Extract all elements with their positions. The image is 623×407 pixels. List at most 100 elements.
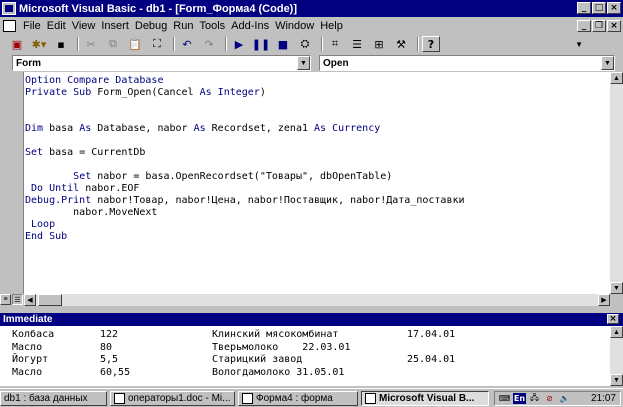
- find-icon[interactable]: ⛶: [148, 36, 166, 52]
- antivirus-icon[interactable]: ⊘: [543, 393, 556, 404]
- object-combo[interactable]: Form ▼: [12, 55, 311, 71]
- access-icon[interactable]: ▣: [8, 36, 26, 52]
- task-label: Microsoft Visual B...: [379, 393, 475, 404]
- chevron-down-icon[interactable]: ▼: [297, 56, 310, 70]
- menu-window[interactable]: Window: [272, 20, 317, 32]
- project-explorer-icon[interactable]: ⌗: [326, 36, 344, 52]
- menu-help[interactable]: Help: [317, 20, 346, 32]
- immediate-vertical-scrollbar[interactable]: ▲ ▼: [610, 326, 623, 386]
- paste-icon[interactable]: 📋: [126, 36, 144, 52]
- menu-run[interactable]: Run: [170, 20, 196, 32]
- task-word-doc[interactable]: операторы1.doc - Mi...: [110, 391, 235, 406]
- form-icon: [242, 393, 253, 404]
- immediate-cell: 122: [100, 329, 119, 340]
- scroll-down-icon[interactable]: ▼: [610, 374, 623, 386]
- doc-close-button[interactable]: ×: [607, 20, 621, 32]
- toolbox-icon[interactable]: ⚒: [392, 36, 410, 52]
- code-line: Set basa = CurrentDb: [25, 147, 610, 159]
- scroll-up-icon[interactable]: ▲: [610, 72, 623, 84]
- procedure-view-icon[interactable]: ≡: [0, 294, 11, 305]
- save-icon[interactable]: ▪: [52, 36, 70, 52]
- undo-icon[interactable]: ↶: [178, 36, 196, 52]
- standard-toolbar: ▣ ✱▾ ▪ ✂ ⧉ 📋 ⛶ ↶ ↷ ▶ ❚❚ ■ ⛭ ⌗ ☰ ⊞ ⚒ ? ▼: [0, 35, 623, 53]
- immediate-window[interactable]: Колбаса 122 Клинский мясокомбинат 17.04.01 М…: [0, 326, 623, 386]
- properties-icon[interactable]: ☰: [348, 36, 366, 52]
- close-button[interactable]: ×: [607, 2, 621, 14]
- network-icon[interactable]: 🖧: [528, 393, 541, 404]
- insert-module-icon[interactable]: ✱▾: [30, 36, 48, 52]
- language-indicator[interactable]: En: [513, 393, 526, 404]
- toolbar-overflow-icon[interactable]: ▼: [575, 40, 583, 49]
- chevron-down-icon[interactable]: ▼: [601, 56, 614, 70]
- run-icon[interactable]: ▶: [230, 36, 248, 52]
- code-line: Do Until nabor.EOF: [25, 183, 610, 195]
- doc-restore-button[interactable]: ❐: [592, 20, 606, 32]
- scroll-right-icon[interactable]: ▶: [598, 294, 610, 306]
- scroll-thumb[interactable]: [38, 294, 62, 306]
- menu-view[interactable]: View: [69, 20, 99, 32]
- immediate-cell: 80: [100, 341, 113, 353]
- code-text: nabor.MoveNext: [25, 207, 158, 218]
- margin-indicator-bar[interactable]: [10, 72, 24, 294]
- full-module-view-icon[interactable]: ☰: [12, 294, 23, 305]
- code-horizontal-scrollbar[interactable]: ◀ ▶: [24, 294, 610, 306]
- immediate-cell: Старицкий завод: [212, 354, 303, 365]
- code-keyword: Set: [73, 171, 98, 182]
- menu-add-ins[interactable]: Add-Ins: [228, 20, 272, 32]
- menu-file[interactable]: File: [20, 20, 44, 32]
- code-vertical-scrollbar[interactable]: ▲ ▼: [610, 72, 623, 294]
- clock: 21:07: [590, 393, 616, 404]
- keyboard-icon[interactable]: ⌨: [498, 393, 511, 404]
- object-browser-icon[interactable]: ⊞: [370, 36, 388, 52]
- doc-minimize-button[interactable]: _: [577, 20, 591, 32]
- maximize-button[interactable]: □: [592, 2, 606, 14]
- procedure-combo[interactable]: Open ▼: [319, 55, 615, 71]
- immediate-titlebar: Immediate ×: [0, 313, 623, 326]
- design-mode-icon[interactable]: ⛭: [296, 36, 314, 52]
- immediate-cell: Колбаса: [12, 329, 55, 340]
- code-line: Dim basa As Database, nabor As Recordset…: [25, 123, 610, 135]
- break-icon[interactable]: ❚❚: [252, 36, 270, 52]
- task-label: операторы1.doc - Mi...: [128, 393, 231, 404]
- immediate-cell: Клинский мясокомбинат: [212, 329, 339, 340]
- scroll-up-icon[interactable]: ▲: [610, 326, 623, 338]
- copy-icon[interactable]: ⧉: [104, 36, 122, 52]
- cut-icon[interactable]: ✂: [82, 36, 100, 52]
- help-icon[interactable]: ?: [422, 36, 440, 52]
- code-line: Private Sub Form_Open(Cancel As Integer): [25, 87, 610, 99]
- code-window: Option Compare Database Private Sub Form_…: [0, 72, 623, 306]
- code-text: ): [259, 87, 266, 98]
- immediate-cell: Йогурт: [12, 354, 49, 365]
- immediate-cell: 5,5: [100, 354, 119, 365]
- task-visual-basic[interactable]: Microsoft Visual B...: [361, 391, 489, 406]
- immediate-close-button[interactable]: ×: [607, 314, 619, 324]
- immediate-cell: 17.04.01: [407, 329, 456, 340]
- task-db1[interactable]: db1 : база данных: [0, 391, 107, 406]
- code-keyword: Private Sub: [25, 87, 98, 98]
- immediate-cell: Масло: [12, 366, 43, 378]
- code-editor[interactable]: Option Compare Database Private Sub Form_…: [25, 72, 610, 294]
- code-line: Loop: [25, 219, 610, 231]
- code-line: Set nabor = basa.OpenRecordset("Товары",…: [25, 171, 610, 183]
- vb-app-icon[interactable]: [2, 2, 16, 15]
- code-text: basa: [49, 123, 80, 134]
- menu-tools[interactable]: Tools: [196, 20, 228, 32]
- menu-edit[interactable]: Edit: [44, 20, 69, 32]
- speaker-icon[interactable]: 🔈: [558, 393, 571, 404]
- task-form4[interactable]: Форма4 : форма: [238, 391, 358, 406]
- immediate-cell: 60,55: [100, 366, 131, 378]
- scroll-left-icon[interactable]: ◀: [24, 294, 36, 306]
- minimize-button[interactable]: _: [577, 2, 591, 14]
- immediate-cell: Масло: [12, 341, 43, 353]
- code-keyword: End Sub: [25, 231, 68, 242]
- menu-debug[interactable]: Debug: [132, 20, 170, 32]
- code-line: Debug.Print nabor!Товар, nabor!Цена, nab…: [25, 195, 610, 207]
- redo-icon[interactable]: ↷: [200, 36, 218, 52]
- taskbar: db1 : база данных операторы1.doc - Mi...…: [0, 388, 623, 407]
- menu-insert[interactable]: Insert: [98, 20, 132, 32]
- code-window-icon[interactable]: [3, 20, 16, 32]
- reset-icon[interactable]: ■: [274, 36, 292, 52]
- scroll-down-icon[interactable]: ▼: [610, 282, 623, 294]
